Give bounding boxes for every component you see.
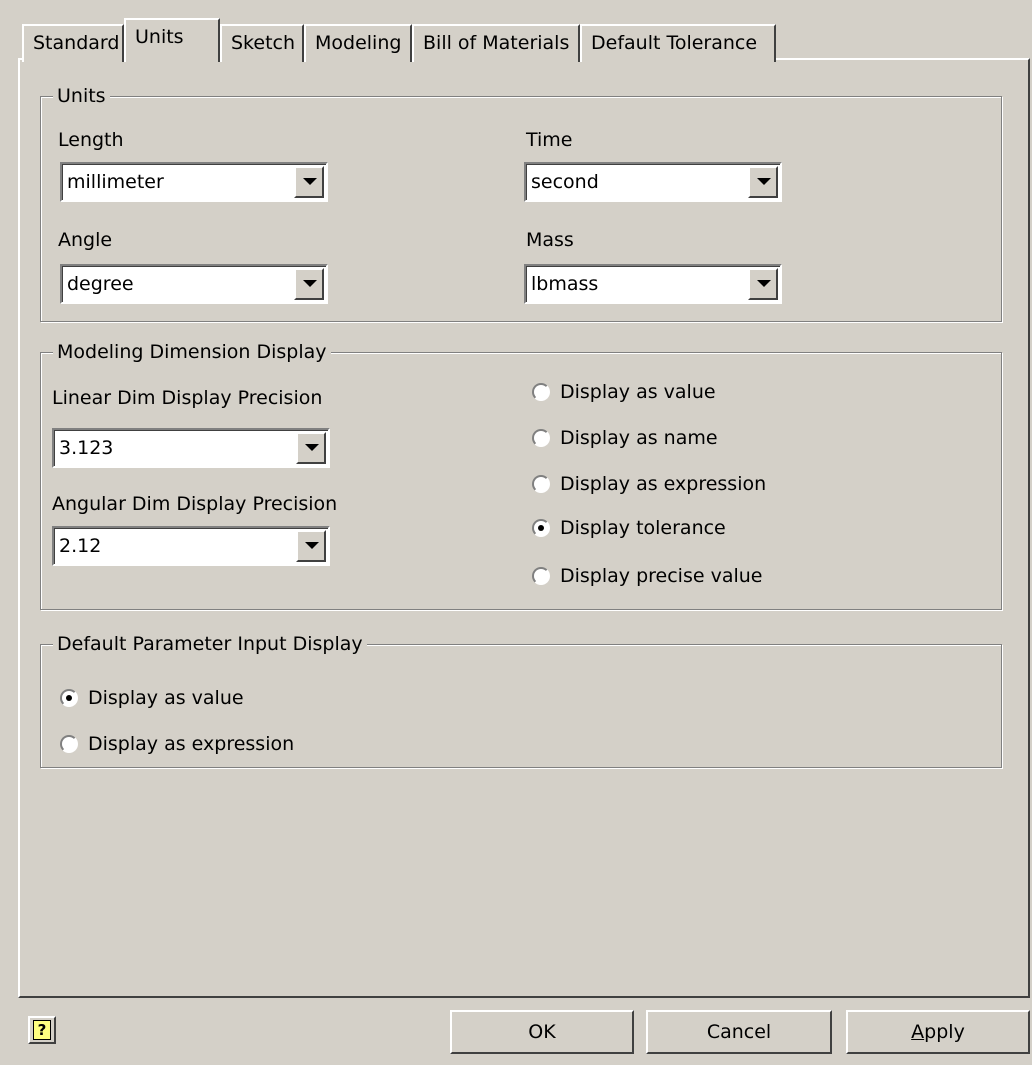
angular-precision-label: Angular Dim Display Precision [52,493,338,515]
help-icon: ? [33,1020,51,1040]
radio-circle [532,475,550,493]
time-dropdown-button[interactable] [748,166,778,198]
linear-precision-select[interactable]: 3.123 [52,428,330,468]
angular-precision-dropdown-button[interactable] [296,530,326,562]
radio-circle-checked [60,689,78,707]
tab-sketch[interactable]: Sketch [220,24,304,62]
length-select[interactable]: millimeter [60,162,328,202]
apply-button-mnemonic: A [911,1021,925,1043]
length-select-value: millimeter [67,171,164,193]
radio-circle [532,429,550,447]
tab-bill-of-materials[interactable]: Bill of Materials [412,24,580,62]
time-label: Time [526,129,573,151]
time-select-value: second [531,171,599,193]
parameter-input-group-title: Default Parameter Input Display [53,631,367,657]
angle-select[interactable]: degree [60,264,328,304]
radio-label: Display as name [560,427,718,449]
radio-circle [60,735,78,753]
angle-select-value: degree [67,273,134,295]
radio-label: Display as expression [88,733,295,755]
radio-label: Display as expression [560,473,767,495]
mass-select-value: lbmass [531,273,599,295]
tab-standard[interactable]: Standard [22,24,124,62]
radio-label: Display tolerance [560,517,726,539]
mass-label: Mass [526,229,574,251]
radio-circle-checked [532,519,550,537]
angle-dropdown-button[interactable] [294,268,324,300]
length-dropdown-button[interactable] [294,166,324,198]
tab-units[interactable]: Units [124,18,220,62]
radio-dot [66,695,72,701]
mass-select[interactable]: lbmass [524,264,782,304]
mass-dropdown-button[interactable] [748,268,778,300]
chevron-down-icon [757,280,771,287]
chevron-down-icon [305,542,319,549]
linear-precision-value: 3.123 [59,437,114,459]
linear-precision-label: Linear Dim Display Precision [52,387,323,409]
modeling-dimension-group-title: Modeling Dimension Display [53,339,331,365]
chevron-down-icon [305,444,319,451]
angular-precision-value: 2.12 [59,535,102,557]
chevron-down-icon [303,178,317,185]
apply-button-label: pply [924,1021,965,1043]
radio-label: Display as value [560,381,716,403]
help-button[interactable]: ? [28,1016,56,1044]
units-group-title: Units [53,83,110,109]
radio-label: Display precise value [560,565,763,587]
angular-precision-select[interactable]: 2.12 [52,526,330,566]
ok-button[interactable]: OK [450,1010,634,1054]
chevron-down-icon [757,178,771,185]
apply-button[interactable]: Apply [846,1010,1030,1054]
time-select[interactable]: second [524,162,782,202]
chevron-down-icon [303,280,317,287]
radio-circle [532,383,550,401]
tab-default-tolerance[interactable]: Default Tolerance [580,24,776,62]
angle-label: Angle [58,229,113,251]
length-label: Length [58,129,124,151]
linear-precision-dropdown-button[interactable] [296,432,326,464]
cancel-button[interactable]: Cancel [646,1010,832,1054]
radio-label: Display as value [88,687,244,709]
radio-circle [532,567,550,585]
radio-dot [538,525,544,531]
tab-modeling[interactable]: Modeling [304,24,412,62]
